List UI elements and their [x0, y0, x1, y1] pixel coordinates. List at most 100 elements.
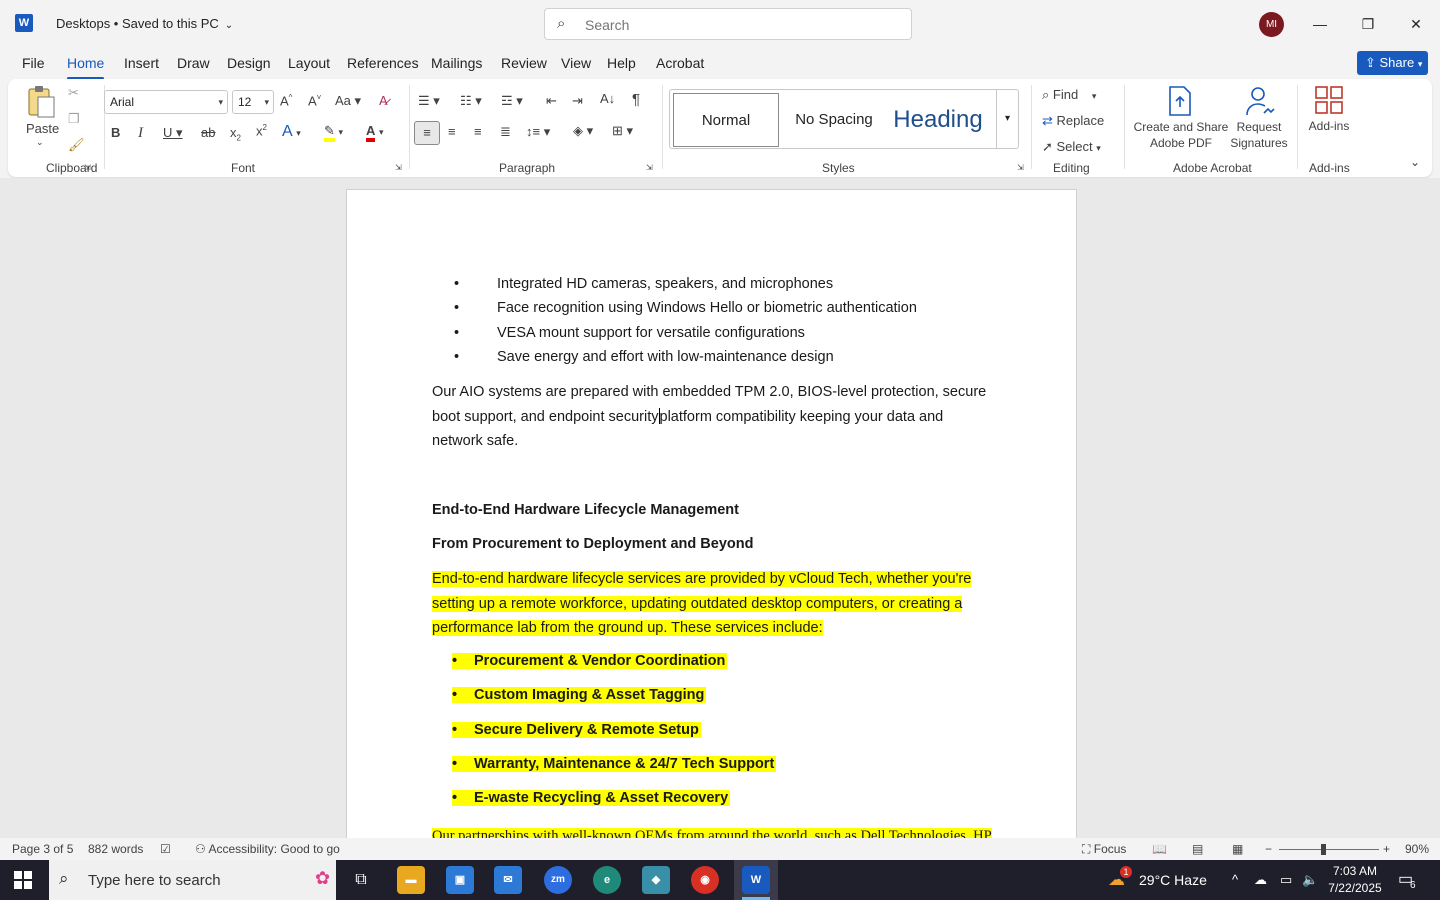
sort-icon[interactable]: A↓	[600, 91, 615, 106]
add-ins-button[interactable]: Add-ins	[1304, 119, 1354, 133]
tab-view[interactable]: View	[561, 55, 591, 71]
strikethrough-icon[interactable]: ab	[201, 125, 215, 140]
bold-icon[interactable]: B	[111, 125, 120, 140]
align-left-icon[interactable]: ≡	[414, 121, 440, 145]
zoom-slider[interactable]	[1279, 849, 1379, 850]
subscript-icon[interactable]: x2	[230, 125, 241, 143]
tab-file[interactable]: File	[22, 55, 45, 71]
font-size-select[interactable]: 12 ▾	[232, 90, 274, 114]
search-box[interactable]: ⌕	[544, 8, 912, 40]
tab-draw[interactable]: Draw	[177, 55, 210, 71]
store-icon[interactable]: ▣	[446, 866, 474, 894]
chevron-down-icon[interactable]: ⌄	[36, 137, 44, 148]
app-diamond-icon[interactable]: ◆	[642, 866, 670, 894]
tab-mailings[interactable]: Mailings	[431, 55, 482, 71]
search-input[interactable]	[585, 15, 885, 35]
clear-formatting-icon[interactable]: A̷	[379, 93, 388, 108]
mail-icon[interactable]: ✉	[494, 866, 522, 894]
web-layout-icon[interactable]: ▦	[1232, 842, 1243, 856]
edge-icon[interactable]: e	[593, 866, 621, 894]
style-no-spacing[interactable]: No Spacing	[782, 93, 886, 147]
dialog-launcher-icon[interactable]: ⇲	[395, 163, 402, 172]
document-page[interactable]: • Integrated HD cameras, speakers, and mi…	[346, 189, 1077, 838]
tab-references[interactable]: References	[347, 55, 419, 71]
change-case-icon[interactable]: Aa ▾	[335, 93, 361, 109]
font-color-icon[interactable]: A ▾	[366, 123, 384, 142]
superscript-icon[interactable]: x2	[256, 123, 267, 138]
tab-acrobat[interactable]: Acrobat	[656, 55, 704, 71]
taskbar-search[interactable]: ⌕ Type here to search ✿	[49, 860, 336, 900]
copy-icon[interactable]: ❐	[68, 111, 80, 127]
style-normal[interactable]: Normal	[673, 93, 779, 147]
onedrive-icon[interactable]: ☁	[1254, 872, 1267, 888]
tray-chevron-icon[interactable]: ^	[1232, 872, 1238, 887]
ribbon-collapse-icon[interactable]: ⌄	[1410, 155, 1420, 169]
replace-button[interactable]: ⇄ Replace	[1042, 113, 1122, 129]
zoom-app-icon[interactable]: zm	[544, 866, 572, 894]
align-right-icon[interactable]: ≡	[474, 124, 482, 139]
find-button[interactable]: ⌕ Find ▾	[1042, 87, 1122, 103]
grow-font-icon[interactable]: A^	[280, 93, 292, 108]
styles-more-icon[interactable]: ▾	[996, 90, 1018, 148]
close-button[interactable]: ✕	[1396, 10, 1436, 38]
tab-insert[interactable]: Insert	[124, 55, 159, 71]
document-canvas[interactable]: • Integrated HD cameras, speakers, and mi…	[0, 178, 1440, 838]
paste-icon[interactable]	[26, 85, 56, 119]
weather-text[interactable]: 29°C Haze	[1139, 872, 1207, 888]
font-name-select[interactable]: Arial ▾	[104, 90, 228, 114]
minimize-button[interactable]: —	[1300, 10, 1340, 38]
share-button[interactable]: ⇪ Share ▾	[1357, 51, 1428, 75]
multilevel-list-icon[interactable]: ☲ ▾	[501, 93, 523, 109]
tab-home[interactable]: Home	[67, 55, 105, 80]
windows-start-icon[interactable]	[14, 871, 32, 892]
highlight-color-icon[interactable]: ✎ ▾	[324, 123, 343, 142]
adobe-pdf-icon[interactable]	[1166, 85, 1194, 120]
print-layout-icon[interactable]: ▤	[1192, 842, 1203, 856]
decrease-indent-icon[interactable]: ⇤	[546, 93, 557, 109]
dialog-launcher-icon[interactable]: ⇲	[84, 163, 91, 172]
cut-icon[interactable]: ✂	[68, 85, 79, 101]
tab-help[interactable]: Help	[607, 55, 636, 71]
text-effects-icon[interactable]: A ▾	[282, 123, 301, 141]
line-spacing-icon[interactable]: ↕≡ ▾	[526, 124, 550, 140]
format-painter-icon[interactable]: 🖌	[68, 137, 85, 153]
accessibility-status[interactable]: ⚇ Accessibility: Good to go	[195, 842, 340, 856]
tab-design[interactable]: Design	[227, 55, 271, 71]
create-share-pdf-button[interactable]: Create and Share Adobe PDF	[1130, 119, 1232, 151]
paste-button[interactable]: Paste	[26, 121, 59, 136]
bullets-icon[interactable]: ☰ ▾	[418, 93, 440, 109]
restore-button[interactable]: ❐	[1348, 10, 1388, 38]
align-center-icon[interactable]: ≡	[448, 124, 456, 139]
document-title[interactable]: Desktops • Saved to this PC ⌄	[56, 16, 233, 31]
add-ins-icon[interactable]	[1314, 85, 1344, 118]
borders-icon[interactable]: ⊞ ▾	[612, 123, 633, 139]
increase-indent-icon[interactable]: ⇥	[572, 93, 583, 109]
style-heading[interactable]: Heading	[888, 93, 988, 147]
numbering-icon[interactable]: ☷ ▾	[460, 93, 482, 109]
shading-icon[interactable]: ◈ ▾	[573, 123, 593, 139]
clock[interactable]: 7:03 AM 7/22/2025	[1325, 863, 1385, 897]
page-count[interactable]: Page 3 of 5	[12, 842, 73, 856]
tab-review[interactable]: Review	[501, 55, 547, 71]
chrome-icon[interactable]: ◉	[691, 866, 719, 894]
volume-icon[interactable]: 🔈	[1302, 872, 1318, 888]
zoom-level[interactable]: 90%	[1405, 842, 1429, 856]
dialog-launcher-icon[interactable]: ⇲	[1017, 163, 1024, 172]
select-button[interactable]: ➚ Select ▾	[1042, 139, 1122, 155]
request-signatures-button[interactable]: Request Signatures	[1226, 119, 1292, 151]
italic-icon[interactable]: I	[138, 125, 143, 142]
zoom-out-icon[interactable]: −	[1265, 842, 1272, 856]
signature-icon[interactable]	[1244, 85, 1276, 120]
word-count[interactable]: 882 words	[88, 842, 143, 856]
shrink-font-icon[interactable]: A˅	[308, 93, 321, 108]
read-mode-icon[interactable]: 📖	[1152, 842, 1167, 856]
dialog-launcher-icon[interactable]: ⇲	[646, 163, 653, 172]
network-icon[interactable]: ▭	[1280, 872, 1292, 888]
justify-icon[interactable]: ≣	[500, 124, 511, 140]
tab-layout[interactable]: Layout	[288, 55, 330, 71]
show-formatting-icon[interactable]: ¶	[632, 91, 640, 108]
file-explorer-icon[interactable]: ▬	[397, 866, 425, 894]
task-view-icon[interactable]: ⧉	[347, 866, 375, 894]
proofing-icon[interactable]: ☑	[160, 842, 171, 856]
avatar[interactable]: MI	[1259, 12, 1284, 37]
